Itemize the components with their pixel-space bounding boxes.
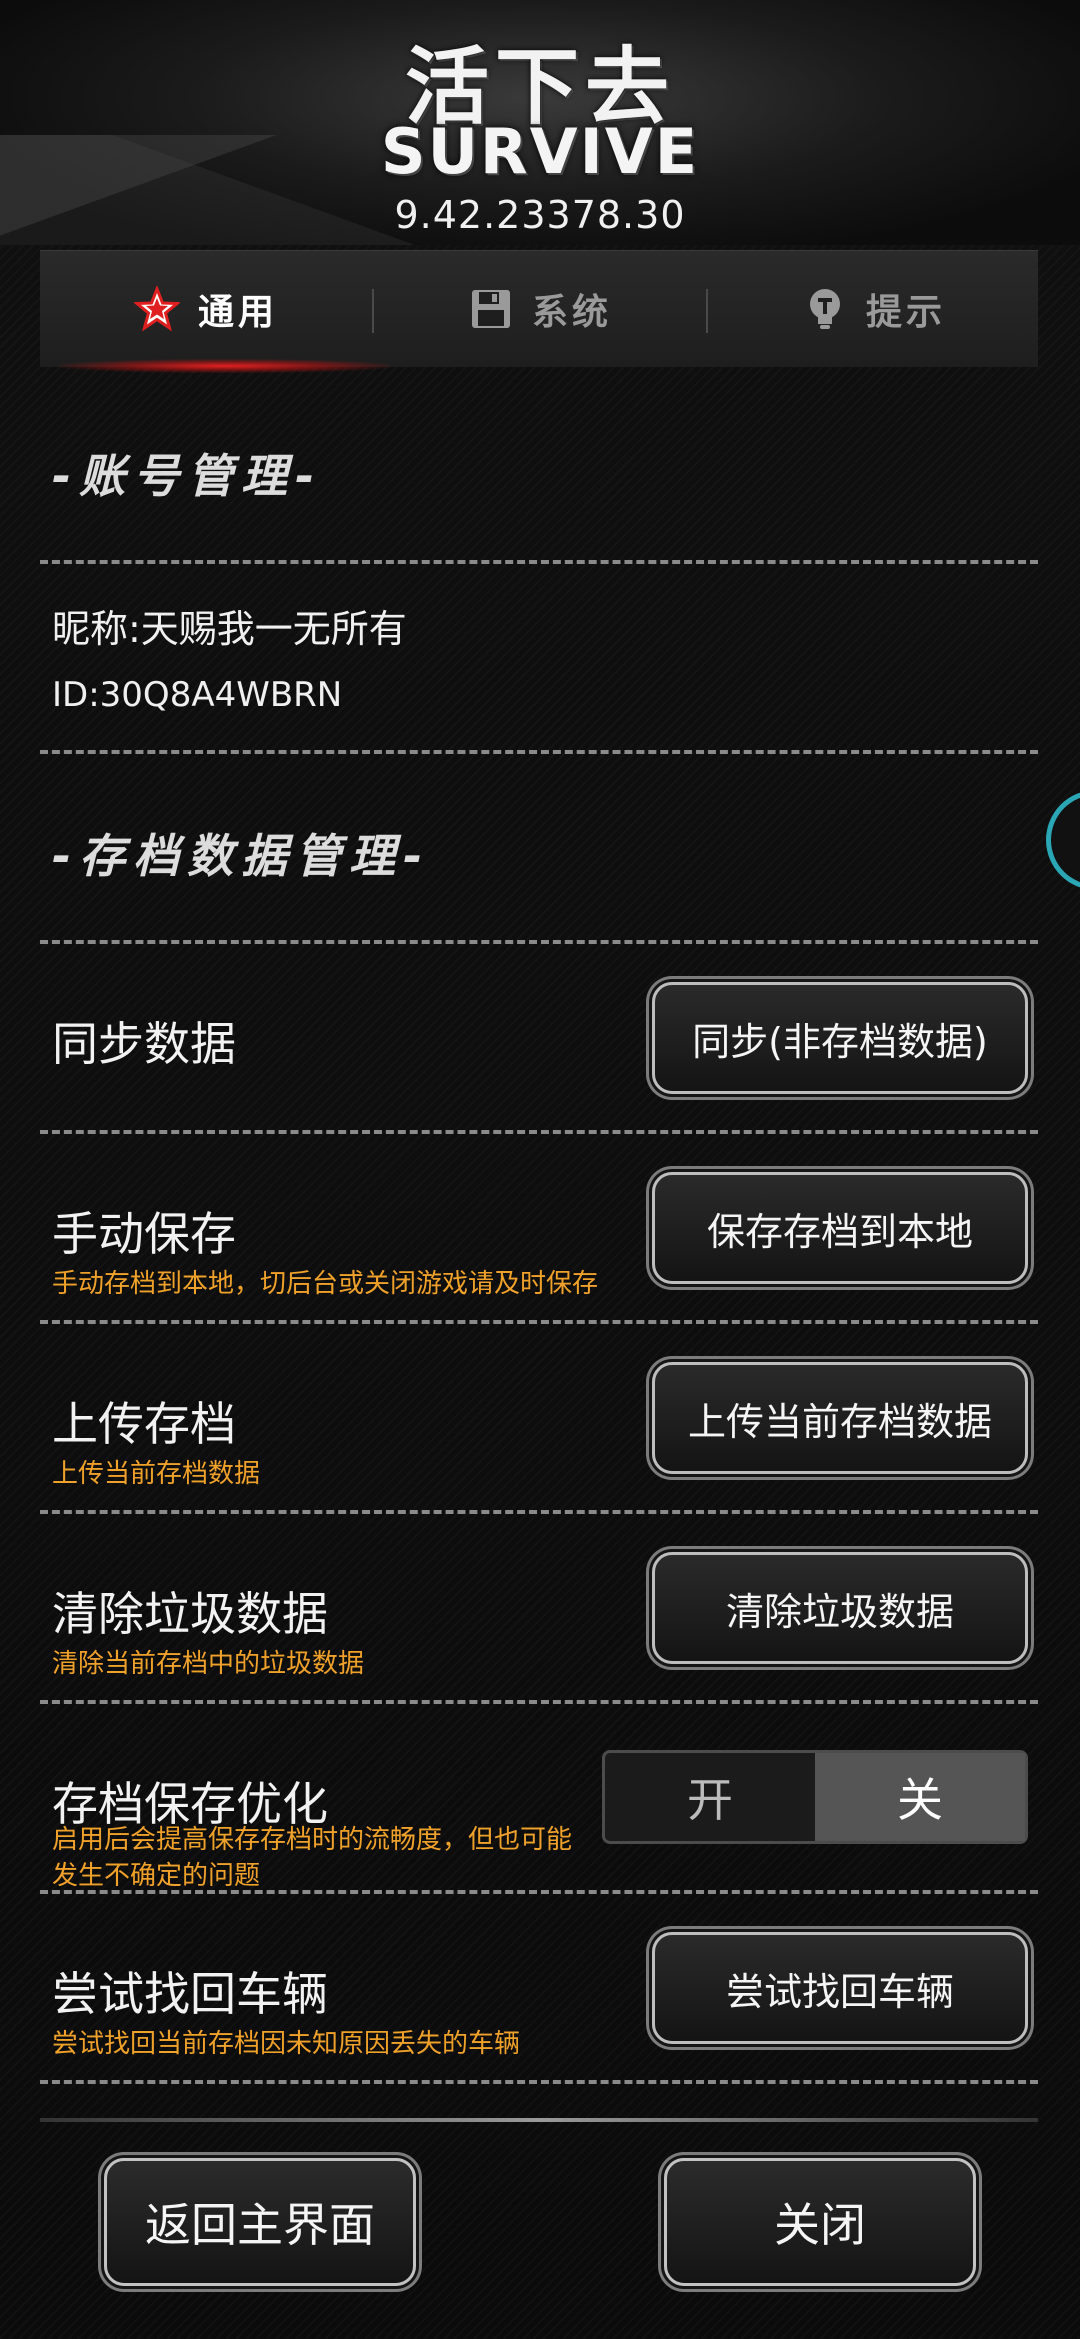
tab-general[interactable]: 通用: [40, 251, 372, 367]
tab-label: 系统: [531, 292, 612, 333]
divider: [40, 1510, 1038, 1514]
back-to-main-button[interactable]: 返回主界面: [104, 2158, 416, 2286]
divider: [40, 1700, 1038, 1704]
row-desc-recover-vehicle: 尝试找回当前存档因未知原因丢失的车辆: [52, 2029, 521, 2059]
active-tab-indicator: [60, 359, 390, 373]
row-desc-upload: 上传当前存档数据: [52, 1459, 261, 1489]
row-desc-save-optimization: 启用后会提高保存存档时的流畅度，但也可能发生不确定的问题: [52, 1825, 573, 1886]
footer-divider: [40, 2118, 1038, 2122]
recover-vehicle-button[interactable]: 尝试找回车辆: [652, 1932, 1028, 2044]
player-id-label: ID:30Q8A4WBRN: [52, 675, 343, 715]
divider: [40, 1130, 1038, 1134]
row-desc-clear-junk: 清除当前存档中的垃圾数据: [52, 1649, 365, 1679]
header-banner: 活下去 SURVIVE 9.42.23378.30: [0, 0, 1080, 245]
nickname-label: 昵称:天赐我一无所有: [52, 607, 407, 651]
version-label: 9.42.23378.30: [394, 193, 686, 237]
game-logo-en: SURVIVE: [380, 115, 700, 188]
toggle-option-on[interactable]: 开: [605, 1753, 815, 1841]
row-title-sync: 同步数据: [52, 1017, 236, 1071]
divider: [40, 1890, 1038, 1894]
section-title-save-data: -存档数据管理-: [52, 829, 431, 883]
divider: [40, 750, 1038, 754]
lightbulb-icon: [802, 286, 848, 332]
row-title-manual-save: 手动保存: [52, 1207, 236, 1261]
tab-system[interactable]: 系统: [374, 251, 706, 367]
divider: [40, 940, 1038, 944]
toggle-option-off[interactable]: 关: [815, 1753, 1025, 1841]
settings-tabbar: 通用 系统 提示: [40, 250, 1040, 373]
section-title-account: -账号管理-: [52, 449, 323, 503]
tab-tips[interactable]: 提示: [708, 251, 1040, 367]
star-icon: [133, 286, 180, 332]
save-optimization-toggle[interactable]: 开 关: [602, 1750, 1028, 1844]
row-title-upload: 上传存档: [52, 1397, 236, 1451]
divider: [40, 1320, 1038, 1324]
clear-junk-button[interactable]: 清除垃圾数据: [652, 1552, 1028, 1664]
save-disk-icon: [468, 286, 514, 332]
row-desc-manual-save: 手动存档到本地，切后台或关闭游戏请及时保存: [52, 1269, 599, 1299]
divider: [40, 560, 1038, 564]
tab-label: 提示: [865, 292, 946, 333]
row-title-recover-vehicle: 尝试找回车辆: [52, 1967, 328, 2021]
divider: [40, 2080, 1038, 2084]
sync-button[interactable]: 同步(非存档数据): [652, 982, 1028, 1094]
save-local-button[interactable]: 保存存档到本地: [652, 1172, 1028, 1284]
row-title-clear-junk: 清除垃圾数据: [52, 1587, 328, 1641]
upload-save-button[interactable]: 上传当前存档数据: [652, 1362, 1028, 1474]
tab-label: 通用: [197, 292, 278, 333]
close-button[interactable]: 关闭: [664, 2158, 976, 2286]
